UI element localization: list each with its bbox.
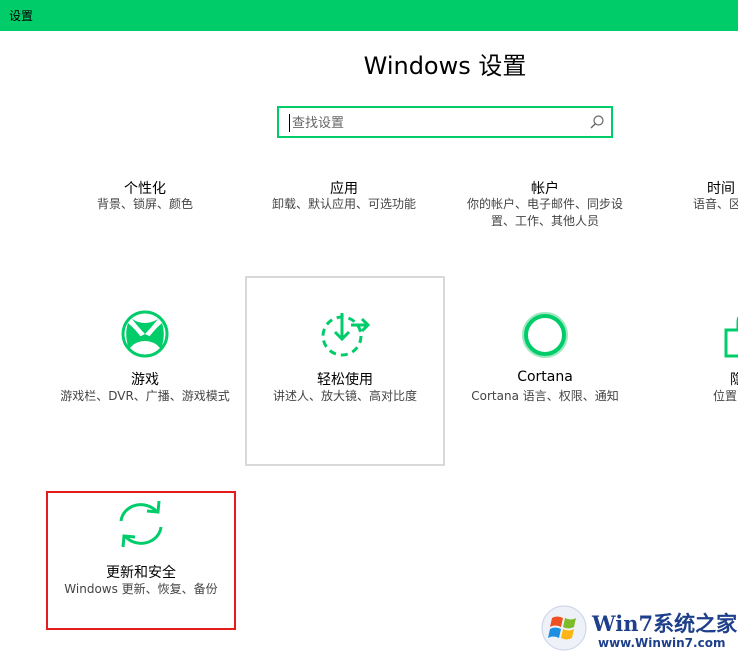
- title-bar: 设置: [0, 0, 738, 31]
- tile-desc: 背景、锁屏、颜色: [96, 197, 193, 211]
- tile-desc: 卸载、默认应用、可选功能: [271, 197, 416, 211]
- tile-gaming[interactable]: 游戏 游戏栏、DVR、广播、游戏模式: [46, 276, 244, 466]
- tile-apps[interactable]: 应用 卸载、默认应用、可选功能: [245, 170, 443, 265]
- tile-label: 时间: [707, 181, 735, 197]
- tile-desc: 讲述人、放大镜、高对比度: [272, 389, 417, 403]
- privacy-lock-icon: [724, 316, 738, 358]
- tile-update-security[interactable]: 更新和安全 Windows 更新、恢复、备份: [46, 491, 236, 630]
- tile-label: 隐: [730, 372, 738, 388]
- search-box[interactable]: [277, 106, 613, 138]
- tile-label: Cortana: [517, 369, 573, 385]
- tile-label: 帐户: [531, 181, 559, 197]
- update-sync-icon: [119, 500, 163, 548]
- tile-accounts[interactable]: 帐户 你的帐户、电子邮件、同步设置、工作、其他人员: [446, 170, 644, 265]
- watermark-brand: Win7系统之家: [592, 611, 738, 636]
- tile-label: 游戏: [131, 372, 159, 388]
- windows-logo-icon: [541, 605, 587, 651]
- tile-label: 更新和安全: [106, 565, 176, 581]
- tile-time-language[interactable]: 时间 语音、区: [684, 170, 738, 265]
- tile-desc: Windows 更新、恢复、备份: [64, 582, 218, 596]
- tile-label: 轻松使用: [317, 372, 373, 388]
- tile-ease-of-access[interactable]: 轻松使用 讲述人、放大镜、高对比度: [245, 276, 445, 466]
- tile-desc: 游戏栏、DVR、广播、游戏模式: [60, 389, 230, 403]
- search-input[interactable]: [289, 114, 582, 132]
- tile-cortana[interactable]: Cortana Cortana 语言、权限、通知: [446, 276, 644, 466]
- page-title: Windows 设置: [363, 52, 527, 80]
- search-icon[interactable]: [589, 114, 605, 130]
- tile-privacy[interactable]: 隐 位置: [684, 276, 738, 466]
- tile-label: 应用: [330, 181, 358, 197]
- ease-of-access-icon: [321, 313, 371, 357]
- xbox-icon: [121, 310, 169, 358]
- window-title: 设置: [9, 9, 34, 23]
- tile-desc: 语音、区: [693, 197, 738, 211]
- tile-desc: Cortana 语言、权限、通知: [471, 389, 619, 403]
- tile-personalization[interactable]: 个性化 背景、锁屏、颜色: [46, 170, 244, 265]
- cortana-icon: [522, 312, 568, 358]
- tile-label: 个性化: [124, 181, 166, 197]
- watermark-url: www.Winwin7.com: [598, 636, 726, 650]
- tile-desc: 位置: [713, 389, 738, 403]
- watermark: Win7系统之家 www.Winwin7.com: [540, 604, 738, 658]
- tile-desc: 你的帐户、电子邮件、同步设置、工作、其他人员: [466, 197, 623, 228]
